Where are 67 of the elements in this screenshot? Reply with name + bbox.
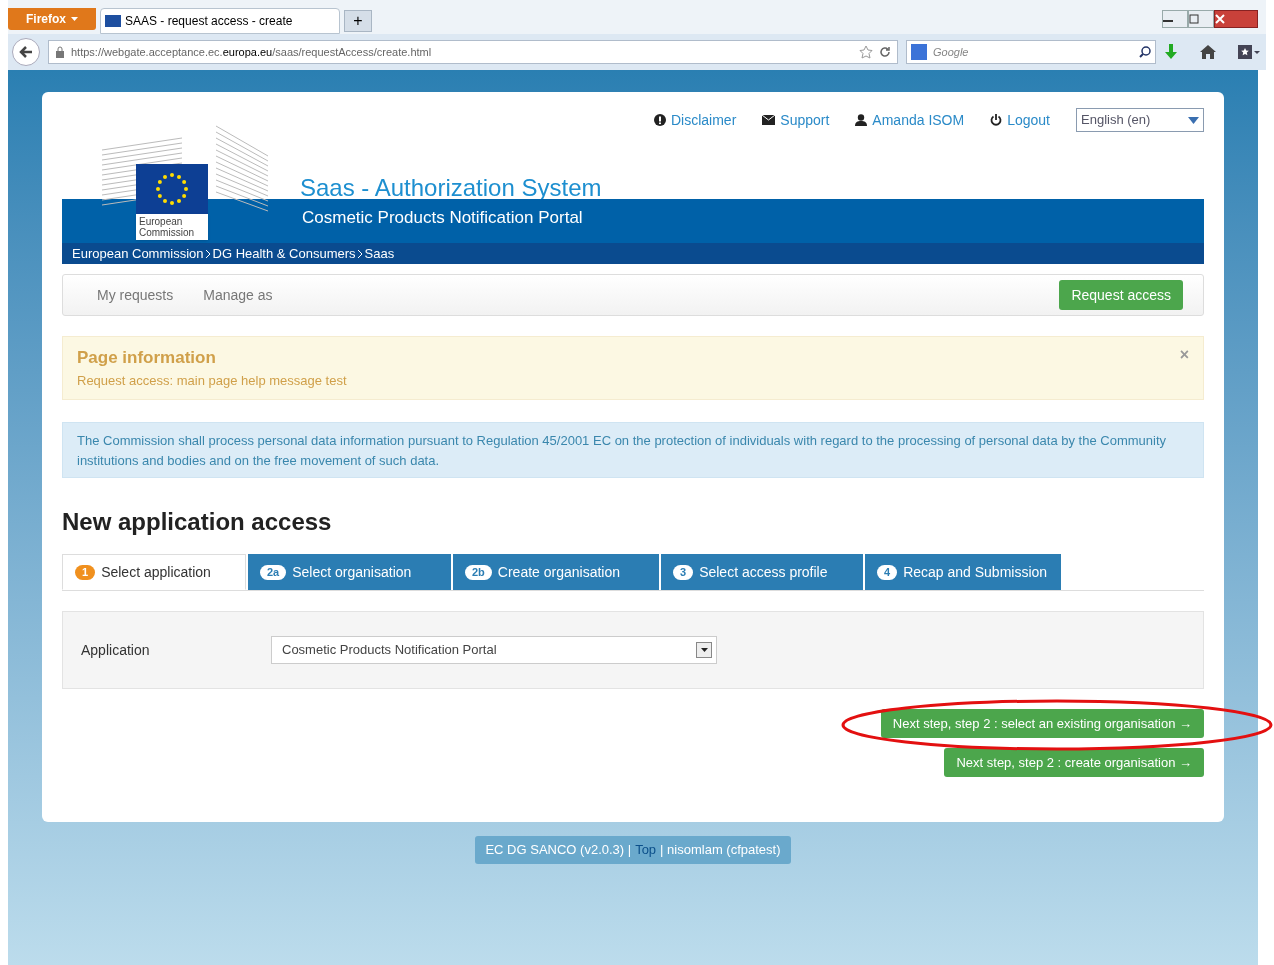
bookmarks-icon[interactable] [1238,45,1260,59]
field-label: Application [81,640,151,660]
caret-icon [71,17,78,21]
top-link[interactable]: Top [635,840,657,860]
back-button[interactable] [12,38,40,66]
header-link[interactable]: Support [780,109,830,131]
step-tab[interactable]: 2a Select organisation [248,554,451,590]
search-input[interactable]: Google [933,43,1133,61]
language-select[interactable]: English (en) [1076,108,1204,132]
site-title: Saas - Authorization System [300,173,602,203]
tab-title: SAAS - request access - create [125,13,293,30]
back-arrow-icon [19,45,33,59]
site-subtitle: Cosmetic Products Notification Portal [302,207,583,229]
address-bar[interactable]: https://webgate.acceptance.ec.europa.eu/saas/requestAccess/create.html [48,40,898,64]
chevron-icon [355,249,365,258]
nav-link[interactable]: Manage as [203,284,273,306]
info-icon [653,114,666,126]
user-icon [855,114,868,126]
breadcrumb-link[interactable]: European Commission [72,243,204,264]
caret-icon [1188,116,1199,124]
nav-link[interactable]: My requests [97,284,174,306]
footer-text: | nisomlam (cfpatest) [660,841,781,859]
application-select[interactable]: Cosmetic Products Notification Portal [271,636,717,664]
step-number: 2a [260,564,287,580]
step-tab[interactable]: 2b Create organisation [453,554,659,590]
step-number: 4 [877,564,898,580]
power-icon [990,114,1003,126]
info-text: Request access: main page help message test [77,371,347,390]
chevron-icon [203,249,213,258]
header-link[interactable]: Logout [1007,109,1050,131]
step-tab[interactable]: 1 Select application [62,554,246,590]
header-link[interactable]: Disclaimer [670,109,737,131]
next-step-button[interactable]: Next step, step 2 : create organisation → [944,748,1204,777]
next-step-button[interactable]: Next step, step 2 : select an existing organisation → [880,709,1204,738]
reload-icon [879,46,891,58]
star-icon [859,45,873,59]
search-icon [1139,46,1151,58]
footer-text: EC DG SANCO (v2.0.3) | [485,841,632,859]
flag-icon [136,164,208,214]
step-tab[interactable]: 3 Select access profile [661,554,863,590]
close-button[interactable]: × [1179,343,1189,367]
restore-icon [1189,14,1199,24]
step-number: 3 [673,564,694,580]
lock-icon [55,46,65,58]
close-button[interactable] [1214,10,1258,28]
home-icon[interactable] [1200,45,1216,59]
url-text: https://webgate.acceptance.ec.europa.eu/saas/requestAccess/create.html [71,44,432,60]
request-access-button[interactable]: Request access [1059,280,1183,310]
logo-text: European Commission [136,214,208,240]
page-heading: New application access [62,507,333,537]
breadcrumb-link[interactable]: DG Health & Consumers [212,243,356,264]
info-title: Page information [77,347,216,369]
minimize-button[interactable] [1162,10,1188,28]
search-engine-icon [911,44,927,60]
firefox-menu-button[interactable]: Firefox [8,8,96,30]
privacy-notice: The Commission shall process personal data information pursuant to Regulation 45/2001 EC on the protection of individuals with regard to the processing of personal data by the Community institutions and bodies and on the free movement of such data. [62,422,1204,478]
close-icon [1215,14,1225,24]
step-number: 2b [465,564,492,580]
step-number: 1 [75,564,96,580]
search-field[interactable]: Google [906,40,1156,64]
browser-tab[interactable]: SAAS - request access - create [100,8,340,34]
new-tab-button[interactable]: + [344,10,372,32]
flag-icon [105,15,121,27]
breadcrumb-link[interactable]: Saas [364,243,395,264]
header-link[interactable]: Amanda ISOM [872,109,965,131]
step-tab[interactable]: 4 Recap and Submission [865,554,1061,590]
envelope-icon [762,115,776,125]
